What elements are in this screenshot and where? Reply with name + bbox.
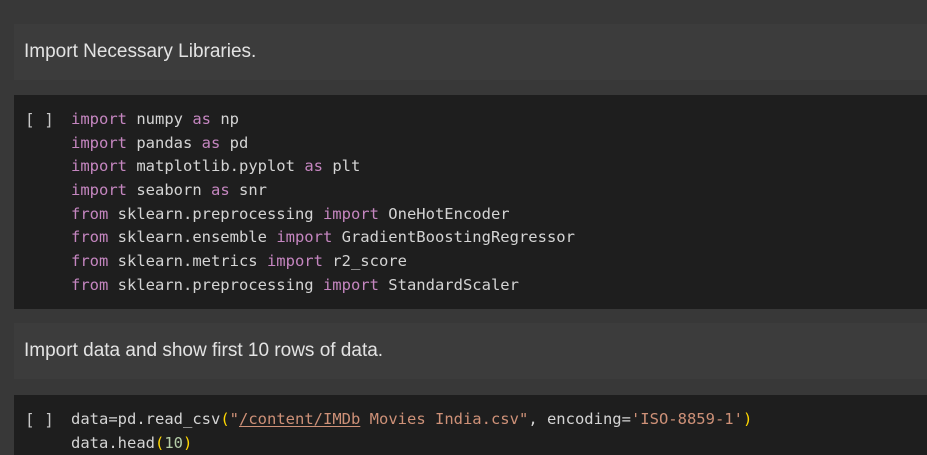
code-token: import bbox=[276, 228, 333, 247]
code-line: import matplotlib.pyplot as plt bbox=[71, 155, 575, 179]
code-token: ) bbox=[183, 433, 193, 452]
code-editor[interactable]: data=pd.read_csv("/content/IMDb Movies I… bbox=[71, 408, 752, 455]
code-token: ( bbox=[220, 410, 230, 428]
code-token: OneHotEncoder bbox=[378, 204, 510, 223]
code-line: data.head(10) bbox=[71, 432, 752, 455]
markdown-cell-import-libraries[interactable]: Import Necessary Libraries. bbox=[14, 24, 927, 80]
code-token: as bbox=[211, 181, 230, 200]
code-token: matplotlib.pyplot bbox=[127, 157, 305, 176]
code-token: import bbox=[71, 157, 127, 176]
markdown-text: Import data and show first 10 rows of da… bbox=[24, 340, 384, 361]
code-line: import seaborn as snr bbox=[71, 179, 575, 203]
code-token: numpy bbox=[127, 110, 193, 128]
code-token: data.head bbox=[71, 433, 155, 452]
code-token: np bbox=[211, 110, 239, 128]
code-token: 'ISO-8859-1' bbox=[630, 410, 743, 428]
code-token: Movies India.csv" bbox=[360, 410, 529, 428]
code-line: from sklearn.preprocessing import OneHot… bbox=[71, 203, 575, 227]
code-line: import pandas as pd bbox=[71, 132, 575, 156]
code-token: as bbox=[304, 157, 323, 176]
code-token: sklearn.preprocessing bbox=[108, 275, 323, 294]
code-token: as bbox=[192, 110, 211, 128]
code-token: StandardScaler bbox=[378, 275, 519, 294]
code-token: import bbox=[71, 110, 127, 128]
code-token: /content/IMDb bbox=[239, 410, 361, 428]
code-token: sklearn.ensemble bbox=[108, 228, 277, 247]
code-token: import bbox=[322, 204, 379, 223]
code-token: import bbox=[266, 252, 323, 271]
code-token: from bbox=[71, 228, 109, 247]
code-token: from bbox=[71, 275, 109, 294]
code-line: import numpy as np bbox=[71, 108, 575, 132]
run-cell-button[interactable]: [ ] bbox=[25, 108, 54, 132]
code-token: sklearn.metrics bbox=[108, 252, 267, 271]
code-line: from sklearn.preprocessing import Standa… bbox=[71, 274, 575, 298]
code-token: data=pd.read_csv bbox=[71, 410, 221, 428]
code-token: import bbox=[71, 133, 127, 152]
code-token: as bbox=[201, 133, 221, 152]
run-cell-button[interactable]: [ ] bbox=[25, 408, 54, 432]
code-line: from sklearn.ensemble import GradientBoo… bbox=[71, 226, 575, 250]
code-token: sklearn.preprocessing bbox=[108, 204, 323, 223]
code-token: ( bbox=[155, 433, 165, 452]
code-cell-read-data[interactable]: [ ] data=pd.read_csv("/content/IMDb Movi… bbox=[14, 395, 927, 455]
code-token: pd bbox=[220, 133, 249, 152]
code-editor[interactable]: import numpy as np import pandas as pd imp… bbox=[71, 108, 575, 298]
code-token: " bbox=[229, 410, 239, 428]
code-token: seaborn bbox=[127, 181, 211, 200]
code-line: from sklearn.metrics import r2_score bbox=[71, 250, 575, 274]
code-token: r2_score bbox=[322, 252, 407, 271]
code-token: from bbox=[71, 252, 109, 271]
code-token: import bbox=[322, 275, 379, 294]
code-cell-imports[interactable]: [ ] import numpy as np import pandas as p… bbox=[14, 95, 927, 309]
code-token: ) bbox=[742, 410, 753, 428]
code-line: data=pd.read_csv("/content/IMDb Movies I… bbox=[71, 408, 752, 432]
code-token: , encoding= bbox=[528, 410, 631, 428]
markdown-cell-import-data[interactable]: Import data and show first 10 rows of da… bbox=[14, 323, 927, 379]
code-token: GradientBoostingRegressor bbox=[332, 228, 575, 247]
markdown-text: Import Necessary Libraries. bbox=[24, 41, 257, 62]
code-token: snr bbox=[229, 181, 267, 200]
code-token: 10 bbox=[164, 433, 184, 452]
code-token: import bbox=[71, 181, 127, 200]
code-token: plt bbox=[322, 157, 361, 176]
code-token: pandas bbox=[127, 133, 202, 152]
code-token: from bbox=[71, 204, 109, 223]
